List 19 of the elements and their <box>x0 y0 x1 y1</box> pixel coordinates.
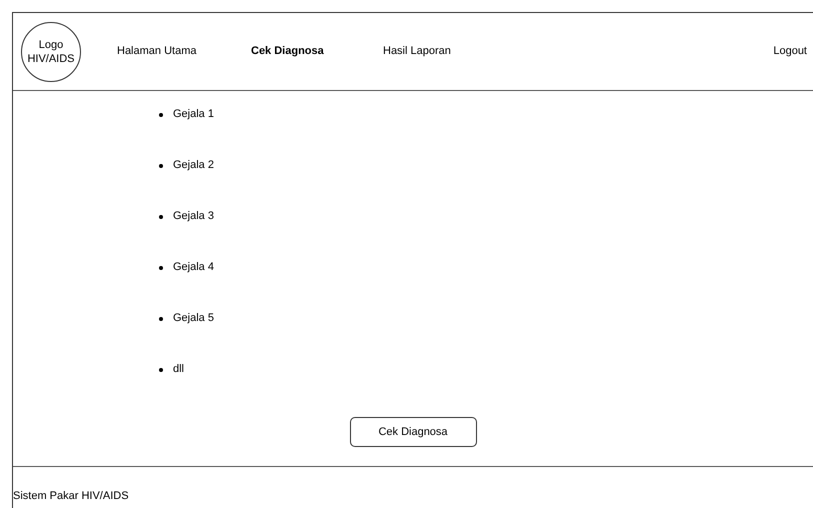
symptom-item: Gejala 2 <box>173 158 214 174</box>
logo-text: Logo HIV/AIDS <box>26 38 76 66</box>
footer-text: Sistem Pakar HIV/AIDS <box>13 490 129 502</box>
symptom-item: Gejala 4 <box>173 260 214 276</box>
nav-link[interactable]: Halaman Utama <box>117 45 196 58</box>
bullet-icon <box>159 368 163 372</box>
bullet-icon <box>159 112 163 116</box>
symptom-item: Gejala 3 <box>173 209 214 224</box>
nav-link[interactable]: Cek Diagnosa <box>251 45 324 58</box>
symptom-item: Gejala 1 <box>173 107 214 122</box>
symptom-item: dll <box>173 362 184 378</box>
nav-link[interactable]: Hasil Laporan <box>383 45 451 58</box>
bullet-icon <box>159 266 163 270</box>
bullet-icon <box>159 316 163 320</box>
logout-link[interactable]: Logout <box>773 43 807 60</box>
symptom-item: Gejala 5 <box>173 311 214 326</box>
cek-diagnosa-button[interactable]: Cek Diagnosa <box>350 417 476 447</box>
bullet-icon <box>159 214 163 218</box>
bullet-icon <box>159 164 163 168</box>
